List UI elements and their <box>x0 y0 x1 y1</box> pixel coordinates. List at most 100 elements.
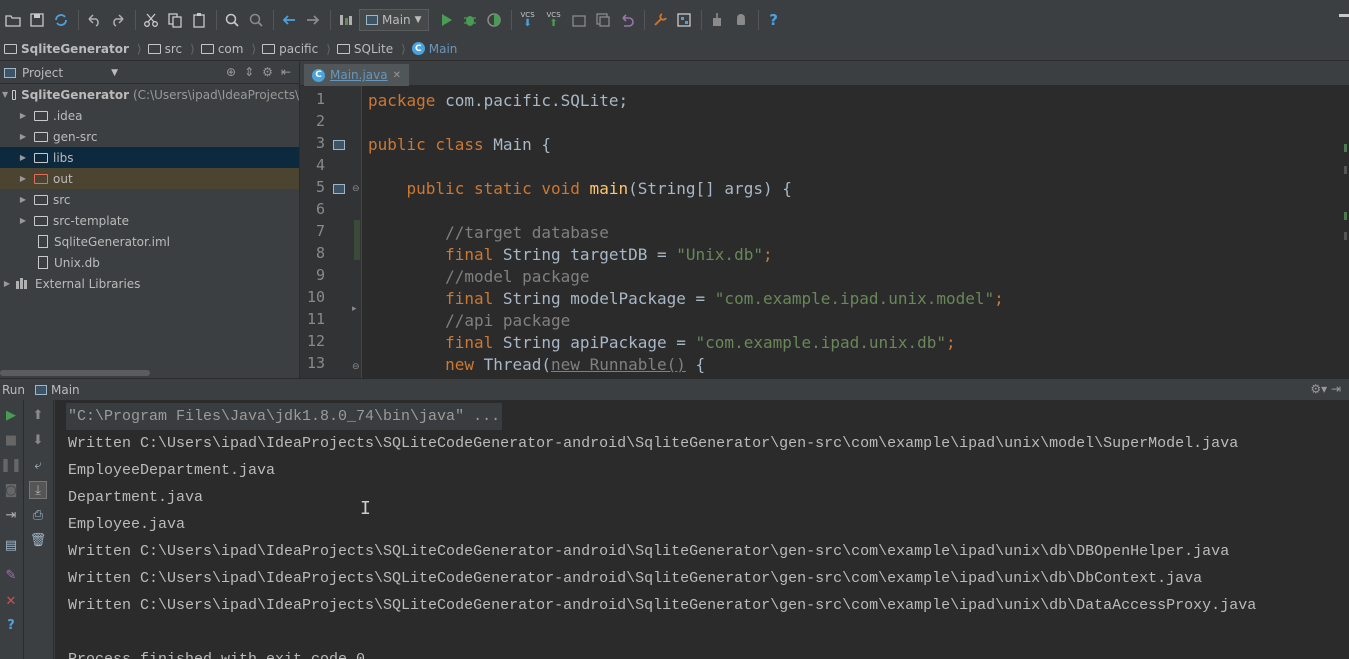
vcs-revert-button[interactable] <box>616 9 638 31</box>
stripe-marker[interactable] <box>1344 144 1347 152</box>
settings-button[interactable] <box>649 9 671 31</box>
collapse-all-icon[interactable]: ⇕ <box>244 65 254 79</box>
avd-manager-button[interactable] <box>730 9 752 31</box>
help-button[interactable]: ? <box>763 9 785 31</box>
cut-button[interactable] <box>140 9 162 31</box>
forward-button[interactable] <box>302 9 324 31</box>
error-stripe[interactable] <box>1339 86 1349 378</box>
breadcrumb-item[interactable]: com <box>200 42 243 56</box>
breadcrumb-item[interactable]: C Main <box>411 42 457 56</box>
debug-button[interactable] <box>459 9 481 31</box>
line-number: 4 <box>315 156 325 174</box>
run-button[interactable] <box>435 9 457 31</box>
tree-item-out[interactable]: ▶ out <box>0 168 299 189</box>
pin-icon[interactable]: ✎ <box>2 566 20 584</box>
arrow-up-icon[interactable]: ⬆ <box>29 406 47 424</box>
sync-button[interactable] <box>50 9 72 31</box>
help-icon[interactable]: ? <box>2 616 20 634</box>
undo-button[interactable] <box>83 9 105 31</box>
make-project-button[interactable] <box>335 9 357 31</box>
stop-icon[interactable]: ■ <box>2 431 20 449</box>
fold-expand-icon[interactable]: ▸ <box>352 304 357 314</box>
scroll-to-end-icon[interactable]: ⤓ <box>29 481 47 499</box>
vcs-compare-button[interactable] <box>568 9 590 31</box>
code-editor[interactable]: 1 2 3 4 5 6 7 8 9 10 11 12 13 ⊖ ▸ ⊖ pack… <box>300 86 1349 378</box>
tree-item-label: Unix.db <box>54 255 100 270</box>
trash-icon[interactable]: 🗑 <box>29 531 47 549</box>
chevron-right-icon[interactable]: ▶ <box>2 279 12 288</box>
gear-icon[interactable]: ⚙▾ <box>1310 382 1327 396</box>
breadcrumb-item[interactable]: SqliteGenerator <box>4 42 129 56</box>
tree-item-db-file[interactable]: Unix.db <box>0 252 299 273</box>
tree-item-idea[interactable]: ▶ .idea <box>0 105 299 126</box>
breadcrumb-item[interactable]: src <box>147 42 182 56</box>
stripe-marker[interactable] <box>1344 166 1347 174</box>
stripe-marker[interactable] <box>1344 212 1347 220</box>
tree-item-label: SqliteGenerator.iml <box>54 234 170 249</box>
redo-button[interactable] <box>107 9 129 31</box>
layout-icon[interactable]: ▤ <box>2 536 20 554</box>
paste-button[interactable] <box>188 9 210 31</box>
tree-root-item[interactable]: ▼ SqliteGenerator (C:\Users\ipad\IdeaPro… <box>0 84 299 105</box>
exit-icon[interactable]: ⇥ <box>2 506 20 524</box>
tree-item-src-template[interactable]: ▶ src-template <box>0 210 299 231</box>
project-structure-button[interactable] <box>673 9 695 31</box>
fold-icon[interactable]: ⊖ <box>352 184 360 194</box>
run-configuration-select[interactable]: Main ▼ <box>359 8 429 31</box>
hide-panel-icon[interactable]: ⇥ <box>1331 382 1341 396</box>
run-gutter-icon[interactable] <box>333 140 345 150</box>
tree-item-src[interactable]: ▶ src <box>0 189 299 210</box>
run-tab-main[interactable]: Main <box>35 383 80 397</box>
tab-main-java[interactable]: C Main.java ✕ <box>304 64 409 86</box>
gear-icon[interactable]: ⚙ <box>262 65 273 79</box>
run-gutter-icon[interactable] <box>333 184 345 194</box>
coverage-icon <box>486 12 501 27</box>
scroll-from-source-icon[interactable]: ⊕ <box>226 65 236 79</box>
camera-icon[interactable]: ◙ <box>2 481 20 499</box>
print-icon[interactable]: ⎙ <box>29 506 47 524</box>
tree-item-gen-src[interactable]: ▶ gen-src <box>0 126 299 147</box>
replace-button[interactable] <box>245 9 267 31</box>
chevron-right-icon[interactable]: ▶ <box>18 216 28 225</box>
window-minimize-icon[interactable] <box>1339 14 1349 17</box>
find-button[interactable] <box>221 9 243 31</box>
pause-icon[interactable]: ❚❚ <box>0 456 22 474</box>
console-output[interactable]: "C:\Program Files\Java\jdk1.8.0_74\bin\j… <box>55 400 1349 659</box>
horizontal-scrollbar[interactable] <box>0 370 150 376</box>
vcs-history-button[interactable] <box>592 9 614 31</box>
chevron-right-icon[interactable]: ▶ <box>18 195 28 204</box>
vcs-commit-button[interactable]: VCS ⬆ <box>542 9 566 31</box>
arrow-down-icon[interactable]: ⬇ <box>29 431 47 449</box>
chevron-down-icon[interactable]: ▼ <box>111 68 118 78</box>
project-view-select[interactable]: Project <box>22 66 63 80</box>
vcs-update-button[interactable]: VCS ⬇ <box>516 9 540 31</box>
paste-icon <box>193 12 205 28</box>
coverage-button[interactable] <box>483 9 505 31</box>
chevron-right-icon[interactable]: ▶ <box>18 174 28 183</box>
breadcrumb-item[interactable]: SQLite <box>336 42 393 56</box>
breadcrumb-item[interactable]: pacific <box>262 42 318 56</box>
chevron-right-icon[interactable]: ▶ <box>18 132 28 141</box>
save-all-button[interactable] <box>26 9 48 31</box>
back-button[interactable] <box>278 9 300 31</box>
tree-item-external-libraries[interactable]: ▶ External Libraries <box>0 273 299 294</box>
console-line: Employee.java <box>68 516 186 533</box>
line-number: 2 <box>315 112 325 130</box>
copy-button[interactable] <box>164 9 186 31</box>
open-folder-button[interactable] <box>2 9 24 31</box>
hide-panel-icon[interactable]: ⇤ <box>281 65 291 79</box>
tree-item-libs[interactable]: ▶ libs <box>0 147 299 168</box>
sdk-manager-button[interactable] <box>706 9 728 31</box>
breadcrumb: SqliteGenerator ⟩ src ⟩ com ⟩ pacific ⟩ … <box>0 37 1349 61</box>
close-icon[interactable]: ✕ <box>393 70 401 81</box>
chevron-down-icon[interactable]: ▼ <box>2 90 8 99</box>
close-icon[interactable]: ✕ <box>2 592 20 610</box>
chevron-right-icon[interactable]: ▶ <box>18 153 28 162</box>
fold-icon[interactable]: ⊖ <box>352 362 360 372</box>
stripe-marker[interactable] <box>1344 232 1347 240</box>
rerun-icon[interactable]: ▶ <box>2 406 20 424</box>
chevron-right-icon[interactable]: ▶ <box>18 111 28 120</box>
code-text: ; <box>945 333 956 352</box>
soft-wrap-icon[interactable]: ⤶ <box>29 456 47 474</box>
tree-item-iml-file[interactable]: SqliteGenerator.iml <box>0 231 299 252</box>
